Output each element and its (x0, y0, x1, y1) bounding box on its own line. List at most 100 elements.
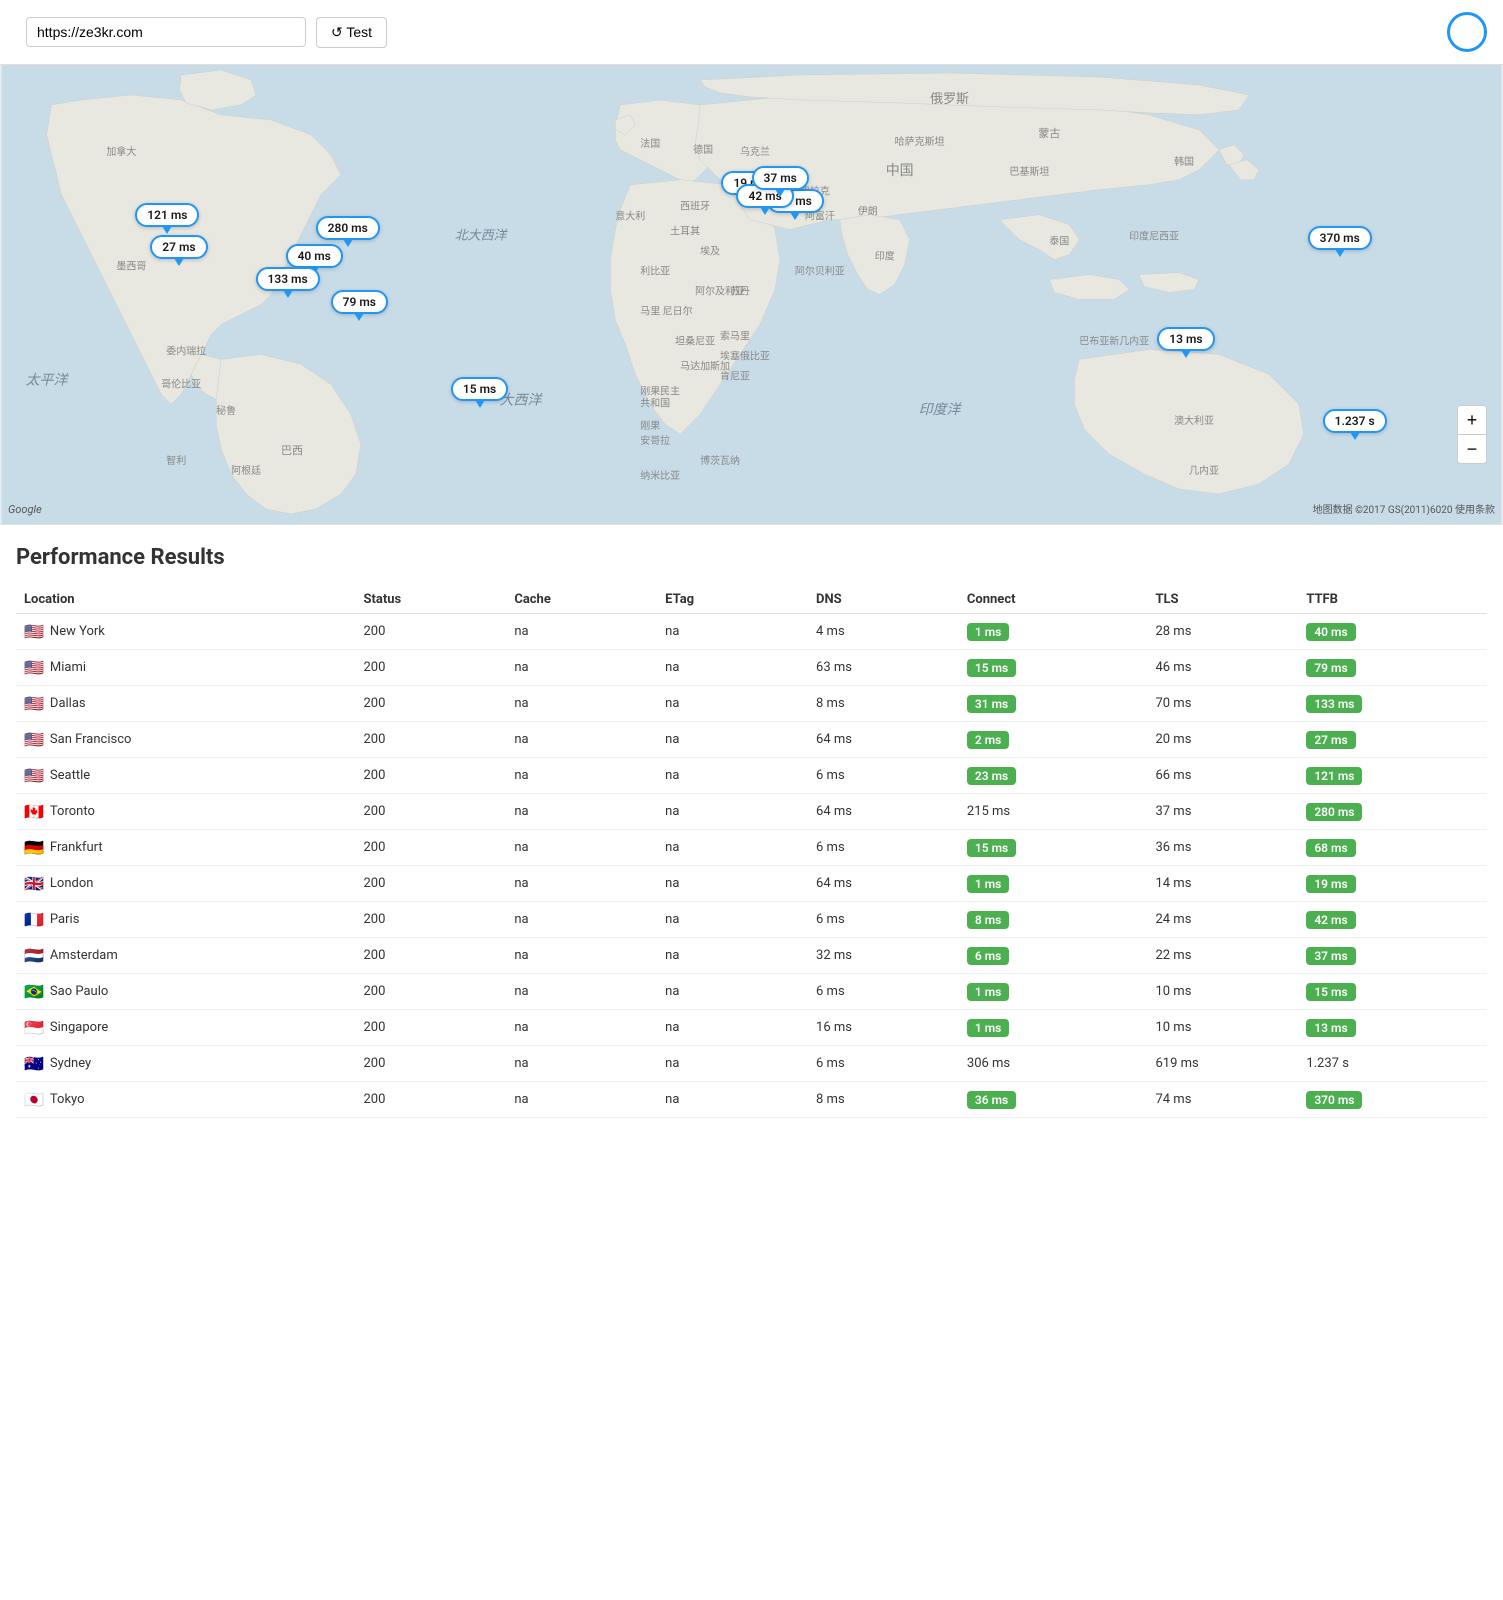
cell-dns: 8 ms (808, 1082, 959, 1118)
flag-icon: 🇺🇸 (24, 730, 44, 749)
ttfb-badge: 121 ms (1306, 767, 1362, 785)
svg-text:阿尔贝利亚: 阿尔贝利亚 (795, 265, 845, 278)
cell-cache: na (506, 722, 657, 758)
cell-tls: 14 ms (1147, 866, 1298, 902)
map-attribution: 地图数据 ©2017 GS(2011)6020 使用条款 (1313, 501, 1495, 516)
marker-bubble-singapore: 13 ms (1157, 327, 1214, 351)
svg-text:巴西: 巴西 (281, 444, 303, 457)
flag-icon: 🇩🇪 (24, 838, 44, 857)
cell-ttfb: 1.237 s (1298, 1046, 1487, 1082)
ttfb-badge: 13 ms (1306, 1019, 1355, 1037)
svg-text:乌克兰: 乌克兰 (740, 145, 770, 158)
cell-ttfb: 15 ms (1298, 974, 1487, 1010)
cell-status: 200 (355, 1010, 506, 1046)
location-name: Toronto (50, 804, 95, 819)
marker-pin-tokyo (1335, 249, 1345, 257)
cell-ttfb: 79 ms (1298, 650, 1487, 686)
marker-pin-paris (760, 207, 770, 215)
cell-ttfb: 19 ms (1298, 866, 1487, 902)
cell-ttfb: 42 ms (1298, 902, 1487, 938)
svg-text:索马里: 索马里 (720, 329, 750, 342)
marker-pin-sydney (1350, 432, 1360, 440)
marker-bubble-sao-paulo: 15 ms (451, 377, 508, 401)
cell-cache: na (506, 614, 657, 650)
cell-status: 200 (355, 866, 506, 902)
table-row: 🇳🇱 Amsterdam 200 na na 32 ms 6 ms 22 ms … (16, 938, 1487, 974)
cell-ttfb: 40 ms (1298, 614, 1487, 650)
cell-etag: na (657, 902, 808, 938)
cell-location: 🇳🇱 Amsterdam (16, 938, 355, 974)
flag-icon: 🇦🇺 (24, 1054, 44, 1073)
cell-location: 🇺🇸 Seattle (16, 758, 355, 794)
cell-dns: 16 ms (808, 1010, 959, 1046)
url-input[interactable] (26, 17, 306, 47)
svg-text:澳大利亚: 澳大利亚 (1174, 414, 1214, 427)
cell-cache: na (506, 830, 657, 866)
flag-icon: 🇨🇦 (24, 802, 44, 821)
flag-icon: 🇺🇸 (24, 622, 44, 641)
zoom-in-button[interactable]: + (1458, 406, 1486, 434)
ttfb-badge: 370 ms (1306, 1091, 1362, 1109)
ttfb-badge: 42 ms (1306, 911, 1355, 929)
svg-text:埃及: 埃及 (700, 245, 720, 258)
cell-tls: 24 ms (1147, 902, 1298, 938)
cell-tls: 28 ms (1147, 614, 1298, 650)
cell-dns: 6 ms (808, 902, 959, 938)
cell-connect: 215 ms (959, 794, 1148, 830)
map-zoom-controls: + − (1457, 405, 1487, 464)
location-name: Sao Paulo (50, 984, 108, 999)
ttfb-badge: 68 ms (1306, 839, 1355, 857)
test-button[interactable]: ↺ Test (316, 17, 387, 48)
map-marker-singapore: 13 ms (1157, 327, 1214, 358)
cell-etag: na (657, 938, 808, 974)
table-row: 🇺🇸 San Francisco 200 na na 64 ms 2 ms 20… (16, 722, 1487, 758)
svg-text:哥伦比亚: 哥伦比亚 (161, 377, 201, 390)
cell-connect: 1 ms (959, 974, 1148, 1010)
table-row: 🇬🇧 London 200 na na 64 ms 1 ms 14 ms 19 … (16, 866, 1487, 902)
status-circle (1447, 12, 1487, 52)
zoom-out-button[interactable]: − (1458, 435, 1486, 463)
location-name: Paris (50, 912, 79, 927)
map-marker-miami: 79 ms (331, 290, 388, 321)
connect-badge: 15 ms (967, 659, 1016, 677)
svg-text:中国: 中国 (886, 163, 914, 179)
cell-cache: na (506, 866, 657, 902)
connect-badge: 1 ms (967, 623, 1009, 641)
svg-text:刚果: 刚果 (640, 420, 660, 432)
map-marker-seattle: 121 ms (135, 203, 199, 234)
ttfb-badge: 79 ms (1306, 659, 1355, 677)
table-row: 🇫🇷 Paris 200 na na 6 ms 8 ms 24 ms 42 ms (16, 902, 1487, 938)
svg-text:加拿大: 加拿大 (106, 145, 136, 158)
cell-location: 🇫🇷 Paris (16, 902, 355, 938)
cell-tls: 22 ms (1147, 938, 1298, 974)
cell-etag: na (657, 866, 808, 902)
cell-location: 🇸🇬 Singapore (16, 1010, 355, 1046)
col-header-dns: DNS (808, 586, 959, 614)
map-google-label: Google (8, 503, 42, 516)
map-svg: 中国 俄罗斯 北大西洋 大西洋 太平洋 印度洋 蒙古 墨西哥 加拿大 巴西 西班… (0, 65, 1503, 524)
flag-icon: 🇬🇧 (24, 874, 44, 893)
ttfb-badge: 280 ms (1306, 803, 1362, 821)
table-row: 🇺🇸 New York 200 na na 4 ms 1 ms 28 ms 40… (16, 614, 1487, 650)
ttfb-badge: 37 ms (1306, 947, 1355, 965)
cell-etag: na (657, 650, 808, 686)
svg-text:共和国: 共和国 (640, 397, 670, 409)
cell-tls: 36 ms (1147, 830, 1298, 866)
flag-icon: 🇯🇵 (24, 1090, 44, 1109)
cell-tls: 37 ms (1147, 794, 1298, 830)
svg-text:韩国: 韩国 (1174, 155, 1194, 168)
cell-connect: 6 ms (959, 938, 1148, 974)
cell-dns: 32 ms (808, 938, 959, 974)
ttfb-badge: 133 ms (1306, 695, 1362, 713)
map-marker-sao-paulo: 15 ms (451, 377, 508, 408)
cell-tls: 74 ms (1147, 1082, 1298, 1118)
marker-bubble-toronto: 280 ms (316, 216, 380, 240)
svg-text:坦桑尼亚: 坦桑尼亚 (675, 334, 715, 347)
cell-connect: 31 ms (959, 686, 1148, 722)
cell-connect: 1 ms (959, 1010, 1148, 1046)
connect-badge: 1 ms (967, 1019, 1009, 1037)
cell-etag: na (657, 830, 808, 866)
cell-ttfb: 68 ms (1298, 830, 1487, 866)
marker-pin-singapore (1181, 350, 1191, 358)
svg-text:阿根廷: 阿根廷 (231, 464, 261, 477)
